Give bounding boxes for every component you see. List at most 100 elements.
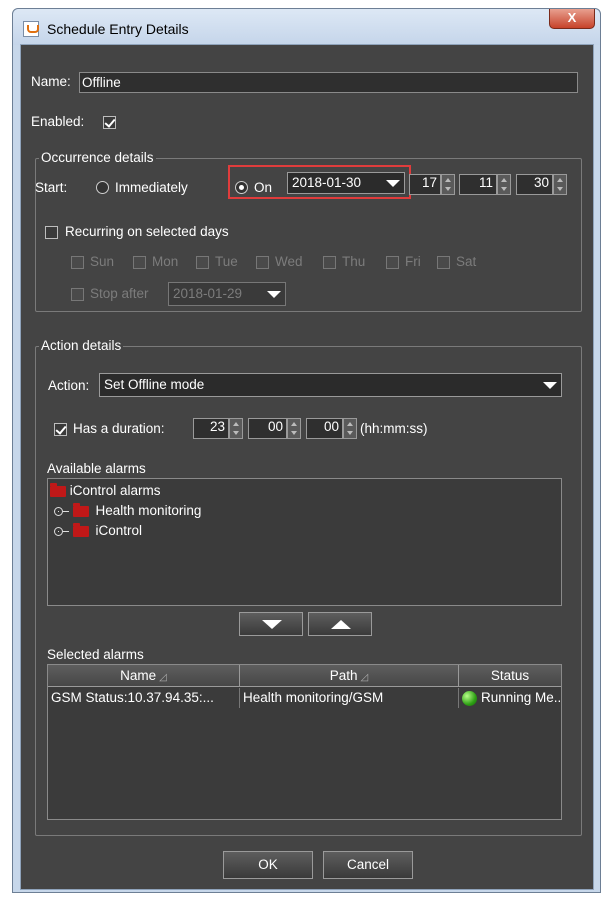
- column-header-path-label: Path: [329, 668, 358, 683]
- duration-label[interactable]: Has a duration:: [73, 421, 165, 436]
- tree-node-icontrol[interactable]: iControl: [54, 522, 143, 538]
- occurrence-group-title: Occurrence details: [39, 150, 156, 165]
- tree-node-root-label: iControl alarms: [69, 483, 161, 498]
- tree-node-health-monitoring-label: Health monitoring: [95, 503, 202, 518]
- action-group-title: Action details: [39, 338, 124, 353]
- stop-after-checkbox[interactable]: [71, 288, 84, 301]
- start-minute-spinner[interactable]: 11: [459, 174, 511, 195]
- on-label[interactable]: On: [254, 180, 272, 195]
- column-header-path[interactable]: Path ◿: [240, 665, 459, 687]
- selected-alarms-label: Selected alarms: [47, 647, 144, 662]
- immediately-label[interactable]: Immediately: [115, 180, 188, 195]
- expand-icon[interactable]: [54, 526, 63, 536]
- immediately-radio[interactable]: [96, 181, 109, 194]
- day-checkbox-thu[interactable]: [323, 256, 336, 269]
- action-dropdown[interactable]: Set Offline mode: [99, 373, 562, 397]
- spinner-arrows-icon[interactable]: [553, 174, 567, 195]
- start-hour-spinner[interactable]: 17: [409, 174, 455, 195]
- java-app-icon: [23, 21, 39, 37]
- available-alarms-tree[interactable]: iControl alarms Health monitoring iContr…: [47, 478, 562, 606]
- spinner-arrows-icon[interactable]: [343, 418, 357, 439]
- start-date-dropdown[interactable]: 2018-01-30: [287, 172, 405, 194]
- day-checkbox-sun[interactable]: [71, 256, 84, 269]
- table-cell-name: GSM Status:10.37.94.35:...: [48, 688, 240, 708]
- day-checkbox-sat[interactable]: [437, 256, 450, 269]
- recurring-checkbox[interactable]: [45, 226, 58, 239]
- column-header-status-label: Status: [490, 668, 530, 683]
- sort-icon: ◿: [159, 672, 167, 683]
- duration-unit-label: (hh:mm:ss): [360, 421, 428, 436]
- duration-second-value[interactable]: 00: [306, 418, 343, 439]
- day-checkbox-mon[interactable]: [133, 256, 146, 269]
- column-header-name[interactable]: Name ◿: [48, 665, 240, 687]
- enabled-label: Enabled:: [31, 114, 85, 129]
- ok-button[interactable]: OK: [223, 851, 313, 879]
- status-ok-icon: [462, 690, 477, 706]
- enabled-checkbox[interactable]: [103, 116, 116, 129]
- tree-node-icontrol-label: iControl: [95, 523, 143, 538]
- day-label-tue: Tue: [215, 254, 238, 269]
- day-label-fri: Fri: [405, 254, 421, 269]
- available-alarms-label: Available alarms: [47, 461, 146, 476]
- duration-hour-value[interactable]: 23: [193, 418, 229, 439]
- duration-minute-spinner[interactable]: 00: [248, 418, 301, 439]
- table-cell-status: Running Me...: [459, 688, 561, 708]
- chevron-down-icon: [267, 291, 281, 298]
- cancel-button[interactable]: Cancel: [323, 851, 413, 879]
- table-cell-path: Health monitoring/GSM: [240, 688, 459, 708]
- close-button[interactable]: X: [549, 9, 595, 29]
- start-label: Start:: [35, 180, 68, 195]
- duration-hour-spinner[interactable]: 23: [193, 418, 243, 439]
- move-down-button[interactable]: [239, 612, 303, 636]
- start-second-value[interactable]: 30: [516, 174, 553, 195]
- spinner-arrows-icon[interactable]: [229, 418, 243, 439]
- table-cell-status-label: Running Me...: [481, 690, 561, 705]
- title-bar: Schedule Entry Details X: [13, 9, 600, 45]
- name-label: Name:: [31, 74, 71, 89]
- table-row[interactable]: GSM Status:10.37.94.35:... Health monito…: [48, 688, 561, 708]
- recurring-label[interactable]: Recurring on selected days: [65, 224, 229, 239]
- spinner-arrows-icon[interactable]: [287, 418, 301, 439]
- dialog-window: Schedule Entry Details X Name: Offline E…: [12, 8, 601, 893]
- duration-checkbox[interactable]: [54, 423, 67, 436]
- spinner-arrows-icon[interactable]: [441, 174, 455, 195]
- sort-icon: ◿: [360, 672, 369, 683]
- tree-node-root[interactable]: iControl alarms: [50, 482, 161, 498]
- folder-icon: [72, 522, 89, 537]
- open-folder-icon: [50, 482, 66, 497]
- tree-node-health-monitoring[interactable]: Health monitoring: [54, 502, 202, 518]
- on-radio[interactable]: [235, 181, 248, 194]
- action-label: Action:: [48, 378, 90, 393]
- dialog-content: Name: Offline Enabled: Occurrence detail…: [20, 44, 594, 890]
- chevron-down-icon: [386, 180, 400, 187]
- column-header-name-label: Name: [120, 668, 157, 683]
- start-minute-value[interactable]: 11: [459, 174, 497, 195]
- start-hour-value[interactable]: 17: [409, 174, 441, 195]
- stop-after-date-value: 2018-01-29: [173, 286, 243, 301]
- window-title: Schedule Entry Details: [47, 21, 189, 37]
- column-header-status[interactable]: Status: [459, 665, 561, 687]
- folder-icon: [72, 502, 89, 517]
- spinner-arrows-icon[interactable]: [497, 174, 511, 195]
- arrow-down-icon: [262, 620, 282, 629]
- day-label-thu: Thu: [342, 254, 366, 269]
- start-second-spinner[interactable]: 30: [516, 174, 567, 195]
- day-checkbox-fri[interactable]: [386, 256, 399, 269]
- arrow-up-icon: [331, 620, 351, 629]
- day-checkbox-wed[interactable]: [256, 256, 269, 269]
- day-label-sat: Sat: [456, 254, 477, 269]
- expand-icon[interactable]: [54, 506, 63, 516]
- action-value: Set Offline mode: [104, 377, 205, 392]
- duration-minute-value[interactable]: 00: [248, 418, 287, 439]
- move-up-button[interactable]: [308, 612, 372, 636]
- day-label-mon: Mon: [152, 254, 179, 269]
- stop-after-date-dropdown[interactable]: 2018-01-29: [168, 282, 286, 306]
- day-checkbox-tue[interactable]: [196, 256, 209, 269]
- selected-alarms-table[interactable]: Name ◿ Path ◿ Status GSM Status:10.37.94.3…: [47, 664, 562, 820]
- name-input[interactable]: Offline: [79, 72, 578, 93]
- stop-after-label: Stop after: [90, 286, 149, 301]
- day-label-sun: Sun: [90, 254, 115, 269]
- duration-second-spinner[interactable]: 00: [306, 418, 357, 439]
- day-label-wed: Wed: [275, 254, 303, 269]
- chevron-down-icon: [543, 382, 557, 389]
